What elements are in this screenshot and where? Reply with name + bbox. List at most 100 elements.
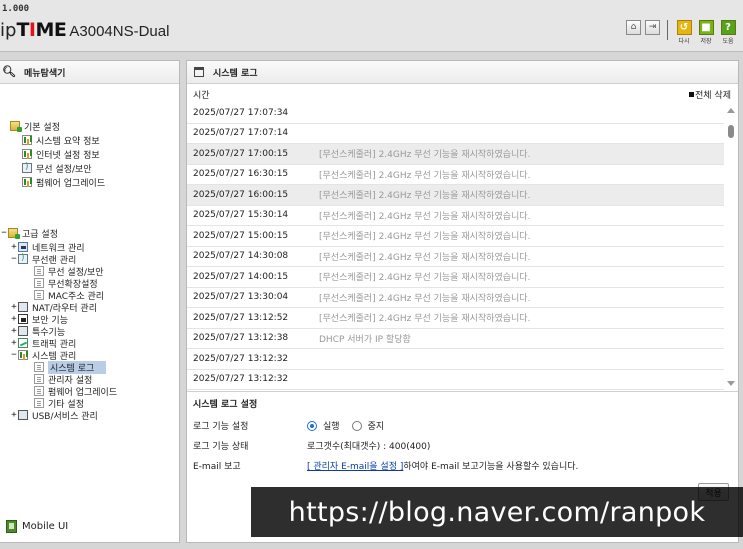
log-row: 2025/07/27 13:12:32 xyxy=(187,349,724,370)
save-button[interactable]: ■ 저장 xyxy=(697,20,715,45)
tree-item-advanced[interactable]: + NAT/라우터 관리 xyxy=(10,301,97,314)
tree-item-advanced[interactable]: + 특수기능 xyxy=(10,325,65,338)
log-row: 2025/07/27 17:07:14 xyxy=(187,124,724,144)
tree-label: 시스템 요약 정보 xyxy=(36,136,100,147)
tree-item-advanced[interactable]: 펌웨어 업그레이드 xyxy=(34,385,117,398)
tree-item-advanced[interactable]: + 네트워크 관리 xyxy=(10,241,85,254)
tree-label: 기본 설정 xyxy=(24,122,60,133)
tree-label: USB/서비스 관리 xyxy=(32,411,98,422)
radio-run-label: 실행 xyxy=(323,422,340,432)
tree-item-advanced[interactable]: + USB/서비스 관리 xyxy=(10,409,98,422)
log-row: 2025/07/27 13:12:32 xyxy=(187,370,724,390)
page-icon xyxy=(34,374,44,384)
email-report-row: E-mail 보고 [ 관리자 E-mail을 설정 ]하여야 E-mail 보… xyxy=(193,459,733,472)
log-message: [무선스케줄러] 2.4GHz 무선 기능을 재시작하였습니다. xyxy=(319,232,531,243)
expand-icon[interactable]: + xyxy=(10,302,18,312)
help-icon: ? xyxy=(720,20,736,35)
log-time: 2025/07/27 14:30:08 xyxy=(193,251,289,262)
log-row: 2025/07/27 17:07:34 xyxy=(187,103,724,124)
log-time: 2025/07/27 15:30:14 xyxy=(193,210,289,221)
page-icon xyxy=(34,398,44,408)
menu-explorer: 🔍︎ 메뉴탐색기 기본 설정 시스템 요약 정보 인터넷 설정 정보 무선 설정… xyxy=(0,60,180,543)
radio-stop[interactable]: 중지 xyxy=(351,419,385,432)
tree-item-advanced[interactable]: −무선랜 관리 xyxy=(10,253,76,266)
radio-run[interactable]: 실행 xyxy=(307,419,340,432)
radio-stop-label: 중지 xyxy=(367,422,385,432)
log-list[interactable]: 2025/07/27 17:07:34 2025/07/27 17:07:14 20… xyxy=(187,103,724,390)
radio-unchecked-icon[interactable] xyxy=(351,420,362,431)
logout-icon[interactable]: ⇥ xyxy=(645,20,660,35)
log-message: [무선스케줄러] 2.4GHz 무선 기능을 재시작하였습니다. xyxy=(319,191,531,202)
pc-icon xyxy=(18,326,28,336)
mobile-phone-icon xyxy=(6,520,17,533)
expand-icon[interactable]: + xyxy=(10,410,18,420)
window-icon xyxy=(194,67,204,77)
log-status-value: 로그갯수(최대갯수) : 400(400) xyxy=(307,442,431,452)
tree-item-wireless-security[interactable]: 무선 설정/보안 xyxy=(22,162,92,175)
scroll-down-icon[interactable] xyxy=(727,381,735,386)
tree-item-advanced[interactable]: 기타 설정 xyxy=(34,397,84,410)
save-icon: ■ xyxy=(698,20,714,35)
restart-button[interactable]: ↺ 다시 xyxy=(675,20,693,45)
log-message: [무선스케줄러] 2.4GHz 무선 기능을 재시작하였습니다. xyxy=(319,211,531,222)
scroll-up-icon[interactable] xyxy=(727,108,735,113)
delete-all-button[interactable]: 전체 삭제 xyxy=(689,88,731,101)
help-button[interactable]: ? 도움 xyxy=(719,20,737,45)
tree-item-advanced[interactable]: 무선 설정/보안 xyxy=(34,265,104,278)
folder-icon xyxy=(8,228,20,239)
log-message: DHCP 서버가 IP 할당함 xyxy=(319,334,411,345)
email-report-note: 하여야 E-mail 보고기능을 사용할수 있습니다. xyxy=(403,462,579,472)
tree-item-advanced[interactable]: + 트래픽 관리 xyxy=(10,337,76,350)
tree-basic-settings[interactable]: 기본 설정 xyxy=(10,120,60,133)
log-row: 2025/07/27 13:12:38 DHCP 서버가 IP 할당함 xyxy=(187,329,724,349)
chart-icon xyxy=(22,177,32,187)
expand-icon[interactable]: + xyxy=(10,326,18,336)
expand-icon[interactable]: + xyxy=(10,338,18,348)
header-toolbar: ⌂ ⇥ ↺ 다시 ■ 저장 ? 도움 xyxy=(626,20,737,45)
sidebar-title: 메뉴탐색기 xyxy=(24,68,66,79)
settings-title: 시스템 로그 설정 xyxy=(193,400,258,410)
log-scrollbar[interactable] xyxy=(725,103,737,390)
delete-all-label: 전체 삭제 xyxy=(695,90,731,101)
log-message: [무선스케줄러] 2.4GHz 무선 기능을 재시작하였습니다. xyxy=(319,273,531,284)
brand-logo: ip TIME A3004NS-Dual xyxy=(0,19,169,41)
expand-icon[interactable]: + xyxy=(10,242,18,252)
tree-item-advanced[interactable]: − 시스템 관리 xyxy=(10,349,76,362)
tree-item-advanced[interactable]: 시스템 로그 xyxy=(34,360,106,374)
lock-icon xyxy=(18,314,28,324)
admin-email-link[interactable]: [ 관리자 E-mail을 설정 ] xyxy=(307,462,403,472)
home-icon[interactable]: ⌂ xyxy=(626,20,641,35)
tree-item-advanced[interactable]: 관리자 설정 xyxy=(34,373,92,386)
collapse-icon[interactable]: − xyxy=(10,254,18,264)
tree-item-advanced[interactable]: + 보안 기능 xyxy=(10,313,68,326)
system-log-panel: 시스템 로그 시간 전체 삭제 2025/07/27 17:07:34 2025/… xyxy=(186,60,739,543)
log-row: 2025/07/27 16:00:15 [무선스케줄러] 2.4GHz 무선 기능… xyxy=(187,185,724,206)
chart-icon xyxy=(22,149,32,159)
scroll-thumb[interactable] xyxy=(728,125,734,138)
tree-item-advanced[interactable]: MAC주소 관리 xyxy=(34,289,104,302)
log-row: 2025/07/27 14:30:08 [무선스케줄러] 2.4GHz 무선 기능… xyxy=(187,247,724,267)
tree-label: 펌웨어 업그레이드 xyxy=(36,178,106,189)
watermark: https://blog.naver.com/ranpok xyxy=(251,487,743,537)
collapse-icon[interactable]: − xyxy=(0,228,8,238)
log-row: 2025/07/27 13:12:52 [무선스케줄러] 2.4GHz 무선 기능… xyxy=(187,308,724,329)
log-message: [무선스케줄러] 2.4GHz 무선 기능을 재시작하였습니다. xyxy=(319,170,531,181)
tree-item-advanced[interactable]: 무선확장설정 xyxy=(34,277,98,290)
log-time: 2025/07/27 13:30:04 xyxy=(193,292,289,303)
log-message: [무선스케줄러] 2.4GHz 무선 기능을 재시작하였습니다. xyxy=(319,252,531,263)
tree-item-internet-info[interactable]: 인터넷 설정 정보 xyxy=(22,148,100,161)
tree-advanced-settings[interactable]: − 고급 설정 xyxy=(0,227,58,240)
log-time: 2025/07/27 13:12:32 xyxy=(193,353,289,364)
tree-item-system-summary[interactable]: 시스템 요약 정보 xyxy=(22,134,100,147)
log-message: [무선스케줄러] 2.4GHz 무선 기능을 재시작하였습니다. xyxy=(319,314,531,325)
wifi-icon xyxy=(22,162,32,173)
collapse-icon[interactable]: − xyxy=(10,350,18,360)
page-icon xyxy=(34,362,44,372)
mobile-ui-link[interactable]: Mobile UI xyxy=(6,520,68,533)
sidebar-header: 🔍︎ 메뉴탐색기 xyxy=(0,61,179,84)
log-row: 2025/07/27 14:00:15 [무선스케줄러] 2.4GHz 무선 기능… xyxy=(187,267,724,288)
chart-icon xyxy=(22,135,32,145)
radio-checked-icon[interactable] xyxy=(307,420,317,431)
expand-icon[interactable]: + xyxy=(10,314,18,324)
tree-item-firmware-upgrade[interactable]: 펌웨어 업그레이드 xyxy=(22,176,106,189)
